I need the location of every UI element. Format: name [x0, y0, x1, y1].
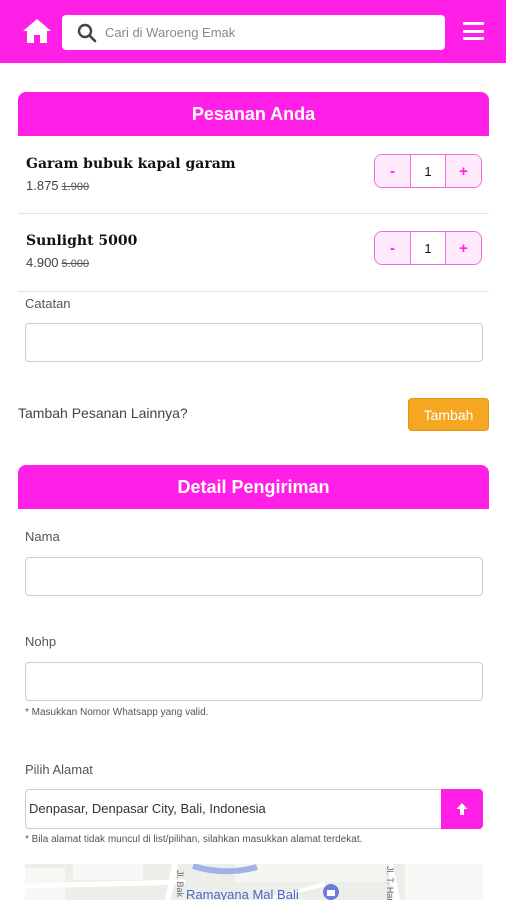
name-input[interactable] [25, 557, 483, 596]
name-label: Nama [25, 529, 60, 544]
shopping-bag-icon [323, 884, 339, 900]
search-icon [77, 23, 97, 42]
item-name: Sunlight 5000 [26, 233, 138, 249]
add-more-label: Tambah Pesanan Lainnya? [18, 405, 188, 421]
phone-label: Nohp [25, 634, 57, 649]
divider [18, 213, 489, 214]
increase-button[interactable]: + [445, 232, 481, 264]
address-field: Denpasar, Denpasar City, Bali, Indonesia [25, 789, 483, 829]
shipping-card-header: Detail Pengiriman [18, 465, 489, 509]
order-item: Garam bubuk kapal garam 1.875 1.900 - 1 + [18, 150, 489, 210]
quantity-stepper: - 1 + [374, 154, 482, 188]
map-street-label: Jl. T. Hary [385, 866, 395, 900]
search-input[interactable] [105, 25, 425, 40]
phone-hint: * Masukkan Nomor Whatsapp yang valid. [25, 707, 209, 718]
quantity-stepper: - 1 + [374, 231, 482, 265]
arrow-up-icon [456, 803, 468, 815]
divider [18, 291, 489, 292]
menu-icon[interactable] [463, 22, 484, 40]
address-label: Pilih Alamat [25, 762, 93, 777]
decrease-button[interactable]: - [375, 232, 411, 264]
map-street-label: Jl. Bak [175, 870, 185, 898]
item-price: 4.900 5.000 [26, 255, 89, 270]
search-bar[interactable] [62, 15, 445, 50]
order-item: Sunlight 5000 4.900 5.000 - 1 + [18, 227, 489, 287]
item-name: Garam bubuk kapal garam [26, 156, 236, 172]
item-current-price: 4.900 [26, 255, 59, 270]
item-current-price: 1.875 [26, 178, 59, 193]
map-place-label: Ramayana Mal Bali [186, 887, 299, 900]
decrease-button[interactable]: - [375, 155, 411, 187]
item-old-price: 1.900 [61, 181, 90, 193]
note-label: Catatan [25, 296, 71, 311]
note-input[interactable] [25, 323, 483, 362]
phone-input[interactable] [25, 662, 483, 701]
item-price: 1.875 1.900 [26, 178, 89, 193]
add-more-button[interactable]: Tambah [408, 398, 489, 431]
home-icon[interactable] [22, 18, 52, 44]
map[interactable]: Ramayana Mal Bali Jl. Bak Jl. T. Hary [25, 864, 483, 900]
increase-button[interactable]: + [445, 155, 481, 187]
address-input[interactable]: Denpasar, Denpasar City, Bali, Indonesia [25, 789, 441, 829]
quantity-value[interactable]: 1 [411, 232, 445, 264]
quantity-value[interactable]: 1 [411, 155, 445, 187]
order-card-header: Pesanan Anda [18, 92, 489, 136]
address-submit-button[interactable] [441, 789, 483, 829]
address-hint: * Bila alamat tidak muncul di list/pilih… [25, 834, 363, 845]
item-old-price: 5.000 [61, 258, 90, 270]
top-bar [0, 0, 506, 63]
